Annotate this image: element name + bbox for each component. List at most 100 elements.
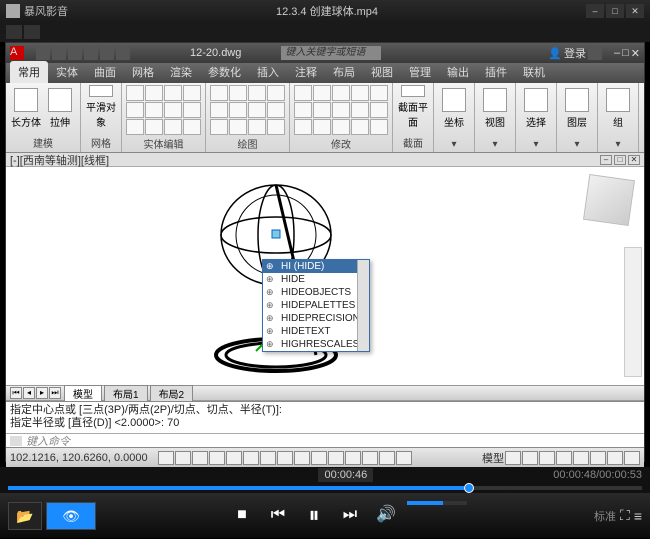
volume-slider[interactable] bbox=[407, 501, 467, 505]
group-button[interactable]: 组 bbox=[602, 85, 634, 129]
status-toggle[interactable] bbox=[379, 451, 395, 465]
tab-annotate[interactable]: 注释 bbox=[287, 61, 325, 83]
box-button[interactable]: 长方体 bbox=[10, 85, 42, 129]
status-toggle[interactable] bbox=[294, 451, 310, 465]
status-toggle[interactable] bbox=[522, 451, 538, 465]
draw-tool[interactable] bbox=[229, 85, 247, 101]
modify-tool[interactable] bbox=[294, 102, 312, 118]
ac-scrollbar[interactable] bbox=[357, 260, 369, 351]
modify-tool[interactable] bbox=[313, 119, 331, 135]
draw-tool[interactable] bbox=[229, 119, 247, 135]
qat-redo[interactable] bbox=[100, 46, 114, 60]
eye-mode-button[interactable]: 👁 bbox=[46, 502, 96, 530]
vp-min-icon[interactable]: ‒ bbox=[600, 155, 612, 165]
ac-item[interactable]: HI (HIDE) bbox=[263, 260, 369, 273]
tab-home[interactable]: 常用 bbox=[10, 61, 48, 83]
modify-tool[interactable] bbox=[332, 102, 350, 118]
smooth-button[interactable]: 平滑对象 bbox=[85, 85, 117, 129]
player-close-button[interactable]: ✕ bbox=[626, 4, 644, 18]
status-toggle[interactable] bbox=[362, 451, 378, 465]
status-model-label[interactable]: 模型 bbox=[482, 450, 504, 466]
draw-tool[interactable] bbox=[267, 119, 285, 135]
player-toolbar-btn[interactable] bbox=[6, 25, 22, 39]
tab-layout1[interactable]: 布局1 bbox=[104, 385, 148, 402]
tab-view[interactable]: 视图 bbox=[363, 61, 401, 83]
ac-item[interactable]: HIDETEXT bbox=[263, 325, 369, 338]
status-toggle[interactable] bbox=[590, 451, 606, 465]
status-toggle[interactable] bbox=[345, 451, 361, 465]
layers-button[interactable]: 图层 bbox=[561, 85, 593, 129]
draw-tool[interactable] bbox=[248, 119, 266, 135]
ac-item[interactable]: HIDEPRECISION bbox=[263, 312, 369, 325]
vp-close-icon[interactable]: ✕ bbox=[628, 155, 640, 165]
tab-layout[interactable]: 布局 bbox=[325, 61, 363, 83]
status-toggle[interactable] bbox=[243, 451, 259, 465]
stop-button[interactable]: ■ bbox=[227, 501, 257, 531]
tab-solid[interactable]: 实体 bbox=[48, 61, 86, 83]
modify-tool[interactable] bbox=[332, 85, 350, 101]
solidedit-tool[interactable] bbox=[145, 102, 163, 118]
view-button[interactable]: 视图 bbox=[479, 85, 511, 129]
modify-tool[interactable] bbox=[313, 102, 331, 118]
qat-print[interactable] bbox=[116, 46, 130, 60]
tab-nav-next[interactable]: ▸ bbox=[36, 387, 48, 399]
tab-nav-last[interactable]: ⏭ bbox=[49, 387, 61, 399]
status-toggle[interactable] bbox=[505, 451, 521, 465]
draw-tool[interactable] bbox=[248, 85, 266, 101]
mute-button[interactable]: 🔊 bbox=[371, 501, 401, 531]
modify-tool[interactable] bbox=[351, 119, 369, 135]
status-toggle[interactable] bbox=[539, 451, 555, 465]
acad-min-button[interactable]: ‒ bbox=[614, 47, 620, 59]
player-toolbar-btn[interactable] bbox=[24, 25, 40, 39]
status-toggle[interactable] bbox=[260, 451, 276, 465]
draw-tool[interactable] bbox=[210, 85, 228, 101]
modify-tool[interactable] bbox=[294, 119, 312, 135]
tab-insert[interactable]: 插入 bbox=[249, 61, 287, 83]
tab-mesh[interactable]: 网格 bbox=[124, 61, 162, 83]
acad-help-icon[interactable] bbox=[588, 46, 602, 60]
prev-button[interactable]: ⏮ bbox=[263, 501, 293, 531]
fullscreen-button[interactable]: ⛶ bbox=[620, 507, 630, 524]
draw-tool[interactable] bbox=[267, 102, 285, 118]
solidedit-tool[interactable] bbox=[126, 85, 144, 101]
solidedit-tool[interactable] bbox=[183, 119, 201, 135]
tab-nav-first[interactable]: ⏮ bbox=[10, 387, 22, 399]
status-toggle[interactable] bbox=[607, 451, 623, 465]
acad-logo[interactable]: A bbox=[10, 46, 24, 60]
draw-tool[interactable] bbox=[210, 119, 228, 135]
modify-tool[interactable] bbox=[351, 85, 369, 101]
status-toggle[interactable] bbox=[573, 451, 589, 465]
player-max-button[interactable]: □ bbox=[606, 4, 624, 18]
progress-bar[interactable] bbox=[0, 483, 650, 493]
tab-surface[interactable]: 曲面 bbox=[86, 61, 124, 83]
modify-tool[interactable] bbox=[370, 85, 388, 101]
acad-login-icon[interactable]: 👤 bbox=[548, 47, 562, 60]
solidedit-tool[interactable] bbox=[145, 119, 163, 135]
command-input[interactable]: 键入命令 bbox=[26, 433, 70, 449]
tab-addins[interactable]: 插件 bbox=[477, 61, 515, 83]
status-toggle[interactable] bbox=[158, 451, 174, 465]
solidedit-tool[interactable] bbox=[145, 85, 163, 101]
status-toggle[interactable] bbox=[175, 451, 191, 465]
qat-undo[interactable] bbox=[84, 46, 98, 60]
status-toggle[interactable] bbox=[328, 451, 344, 465]
tab-online[interactable]: 联机 bbox=[515, 61, 553, 83]
modify-tool[interactable] bbox=[370, 102, 388, 118]
modify-tool[interactable] bbox=[351, 102, 369, 118]
tab-output[interactable]: 输出 bbox=[439, 61, 477, 83]
progress-thumb[interactable] bbox=[464, 483, 474, 493]
coord-button[interactable]: 坐标 bbox=[438, 85, 470, 129]
pause-button[interactable]: ⏸ bbox=[299, 501, 329, 531]
solidedit-tool[interactable] bbox=[126, 102, 144, 118]
status-toggle[interactable] bbox=[226, 451, 242, 465]
extrude-button[interactable]: 拉伸 bbox=[44, 85, 76, 129]
viewport-label[interactable]: [-][西南等轴测][线框] bbox=[10, 152, 109, 168]
status-toggle[interactable] bbox=[624, 451, 640, 465]
selection-button[interactable]: 选择 bbox=[520, 85, 552, 129]
acad-search-input[interactable]: 键入关键字或短语 bbox=[281, 46, 381, 60]
open-file-button[interactable]: 📂 bbox=[8, 502, 42, 530]
modify-tool[interactable] bbox=[313, 85, 331, 101]
acad-max-button[interactable]: □ bbox=[622, 47, 629, 59]
modify-tool[interactable] bbox=[294, 85, 312, 101]
modify-tool[interactable] bbox=[370, 119, 388, 135]
